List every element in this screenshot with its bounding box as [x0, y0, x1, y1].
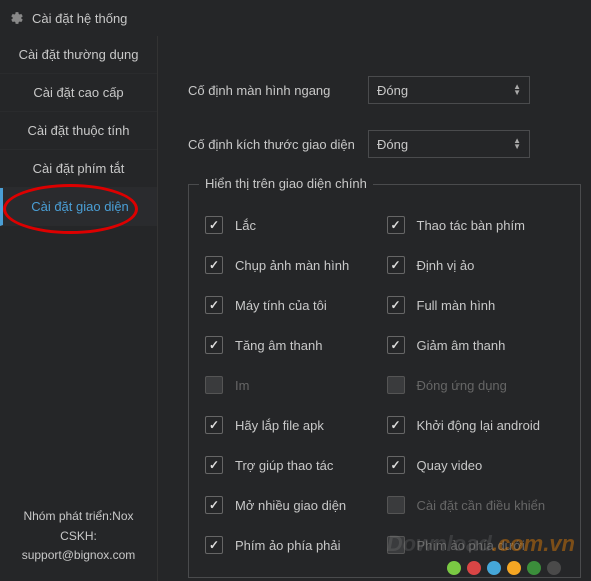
- checkbox-item[interactable]: Giảm âm thanh: [387, 325, 569, 365]
- checkbox-label: Máy tính của tôi: [235, 298, 327, 313]
- color-dot: [507, 561, 521, 575]
- sidebar-item-properties[interactable]: Cài đặt thuộc tính: [0, 112, 157, 150]
- checkbox-label: Trợ giúp thao tác: [235, 458, 333, 473]
- sidebar-item-advanced[interactable]: Cài đặt cao cấp: [0, 74, 157, 112]
- color-dot: [527, 561, 541, 575]
- checkbox-label: Tăng âm thanh: [235, 338, 322, 353]
- color-dot: [547, 561, 561, 575]
- checkbox-item[interactable]: Cài đặt cần điều khiển: [387, 485, 569, 525]
- checkbox-item[interactable]: Tăng âm thanh: [205, 325, 387, 365]
- dropdown-fix-size[interactable]: Đóng ▲▼: [368, 130, 530, 158]
- fieldset-legend: Hiển thị trên giao diện chính: [199, 176, 373, 191]
- checkbox-label: Thao tác bàn phím: [417, 218, 525, 233]
- checkbox-label: Im: [235, 378, 249, 393]
- checkbox-item[interactable]: Đóng ứng dụng: [387, 365, 569, 405]
- checkbox-item[interactable]: Định vị ảo: [387, 245, 569, 285]
- checkbox[interactable]: [387, 416, 405, 434]
- checkbox[interactable]: [387, 456, 405, 474]
- checkbox-item[interactable]: Full màn hình: [387, 285, 569, 325]
- checkbox[interactable]: [205, 496, 223, 514]
- checkbox-label: Định vị ảo: [417, 258, 475, 273]
- checkbox-item[interactable]: Phím ảo phía dưới: [387, 525, 569, 565]
- sidebar-item-common[interactable]: Cài đặt thường dụng: [0, 36, 157, 74]
- checkbox-item[interactable]: Thao tác bàn phím: [387, 205, 569, 245]
- sidebar: Cài đặt thường dụng Cài đặt cao cấp Cài …: [0, 36, 158, 581]
- title-bar: Cài đặt hệ thống: [0, 0, 591, 36]
- checkbox[interactable]: [387, 296, 405, 314]
- checkbox-item[interactable]: Im: [205, 365, 387, 405]
- checkbox[interactable]: [205, 456, 223, 474]
- chevron-updown-icon: ▲▼: [513, 138, 521, 150]
- checkbox[interactable]: [205, 336, 223, 354]
- gear-icon: [10, 11, 24, 25]
- checkbox-item[interactable]: Chụp ảnh màn hình: [205, 245, 387, 285]
- checkbox-item[interactable]: Hãy lắp file apk: [205, 405, 387, 445]
- checkbox-label: Lắc: [235, 218, 256, 233]
- label-fix-landscape: Cố định màn hình ngang: [188, 83, 368, 98]
- checkbox-label: Giảm âm thanh: [417, 338, 506, 353]
- checkbox-label: Full màn hình: [417, 298, 496, 313]
- checkbox[interactable]: [205, 536, 223, 554]
- checkbox-grid: Lắc Thao tác bàn phím Chụp ảnh màn hình Địn…: [205, 205, 568, 565]
- checkbox-item[interactable]: Phím ảo phía phải: [205, 525, 387, 565]
- sidebar-item-interface[interactable]: Cài đặt giao diện: [0, 188, 157, 226]
- color-dots: [447, 561, 561, 575]
- checkbox-label: Đóng ứng dụng: [417, 378, 507, 393]
- checkbox-item[interactable]: Khởi động lại android: [387, 405, 569, 445]
- row-fix-size: Cố định kích thước giao diện Đóng ▲▼: [188, 130, 581, 158]
- checkbox-label: Hãy lắp file apk: [235, 418, 324, 433]
- checkbox[interactable]: [205, 376, 223, 394]
- chevron-updown-icon: ▲▼: [513, 84, 521, 96]
- checkbox[interactable]: [205, 256, 223, 274]
- checkbox-item[interactable]: Trợ giúp thao tác: [205, 445, 387, 485]
- checkbox-label: Chụp ảnh màn hình: [235, 258, 349, 273]
- checkbox-item[interactable]: Máy tính của tôi: [205, 285, 387, 325]
- checkbox[interactable]: [205, 416, 223, 434]
- dropdown-fix-landscape[interactable]: Đóng ▲▼: [368, 76, 530, 104]
- checkbox[interactable]: [205, 296, 223, 314]
- checkbox-item[interactable]: Lắc: [205, 205, 387, 245]
- color-dot: [447, 561, 461, 575]
- checkbox-label: Phím ảo phía dưới: [417, 538, 525, 553]
- label-fix-size: Cố định kích thước giao diện: [188, 137, 368, 152]
- sidebar-item-shortcuts[interactable]: Cài đặt phím tắt: [0, 150, 157, 188]
- color-dot: [467, 561, 481, 575]
- row-fix-landscape: Cố định màn hình ngang Đóng ▲▼: [188, 76, 581, 104]
- checkbox[interactable]: [387, 256, 405, 274]
- checkbox[interactable]: [387, 336, 405, 354]
- checkbox[interactable]: [387, 216, 405, 234]
- color-dot: [487, 561, 501, 575]
- checkbox-item[interactable]: Quay video: [387, 445, 569, 485]
- checkbox[interactable]: [387, 376, 405, 394]
- checkbox[interactable]: [387, 536, 405, 554]
- window-title: Cài đặt hệ thống: [32, 11, 127, 26]
- checkbox-label: Quay video: [417, 458, 483, 473]
- checkbox-label: Mở nhiều giao diện: [235, 498, 346, 513]
- checkbox-label: Khởi động lại android: [417, 418, 540, 433]
- checkbox-label: Phím ảo phía phải: [235, 538, 341, 553]
- checkbox-label: Cài đặt cần điều khiển: [417, 498, 546, 513]
- checkbox-item[interactable]: Mở nhiều giao diện: [205, 485, 387, 525]
- fieldset-display: Hiển thị trên giao diện chính LắcThao tá…: [188, 184, 581, 578]
- checkbox[interactable]: [205, 216, 223, 234]
- checkbox[interactable]: [387, 496, 405, 514]
- content: Cố định màn hình ngang Đóng ▲▼ Cố định k…: [158, 36, 591, 581]
- sidebar-footer: Nhóm phát triển:Nox CSKH: support@bignox…: [0, 497, 157, 581]
